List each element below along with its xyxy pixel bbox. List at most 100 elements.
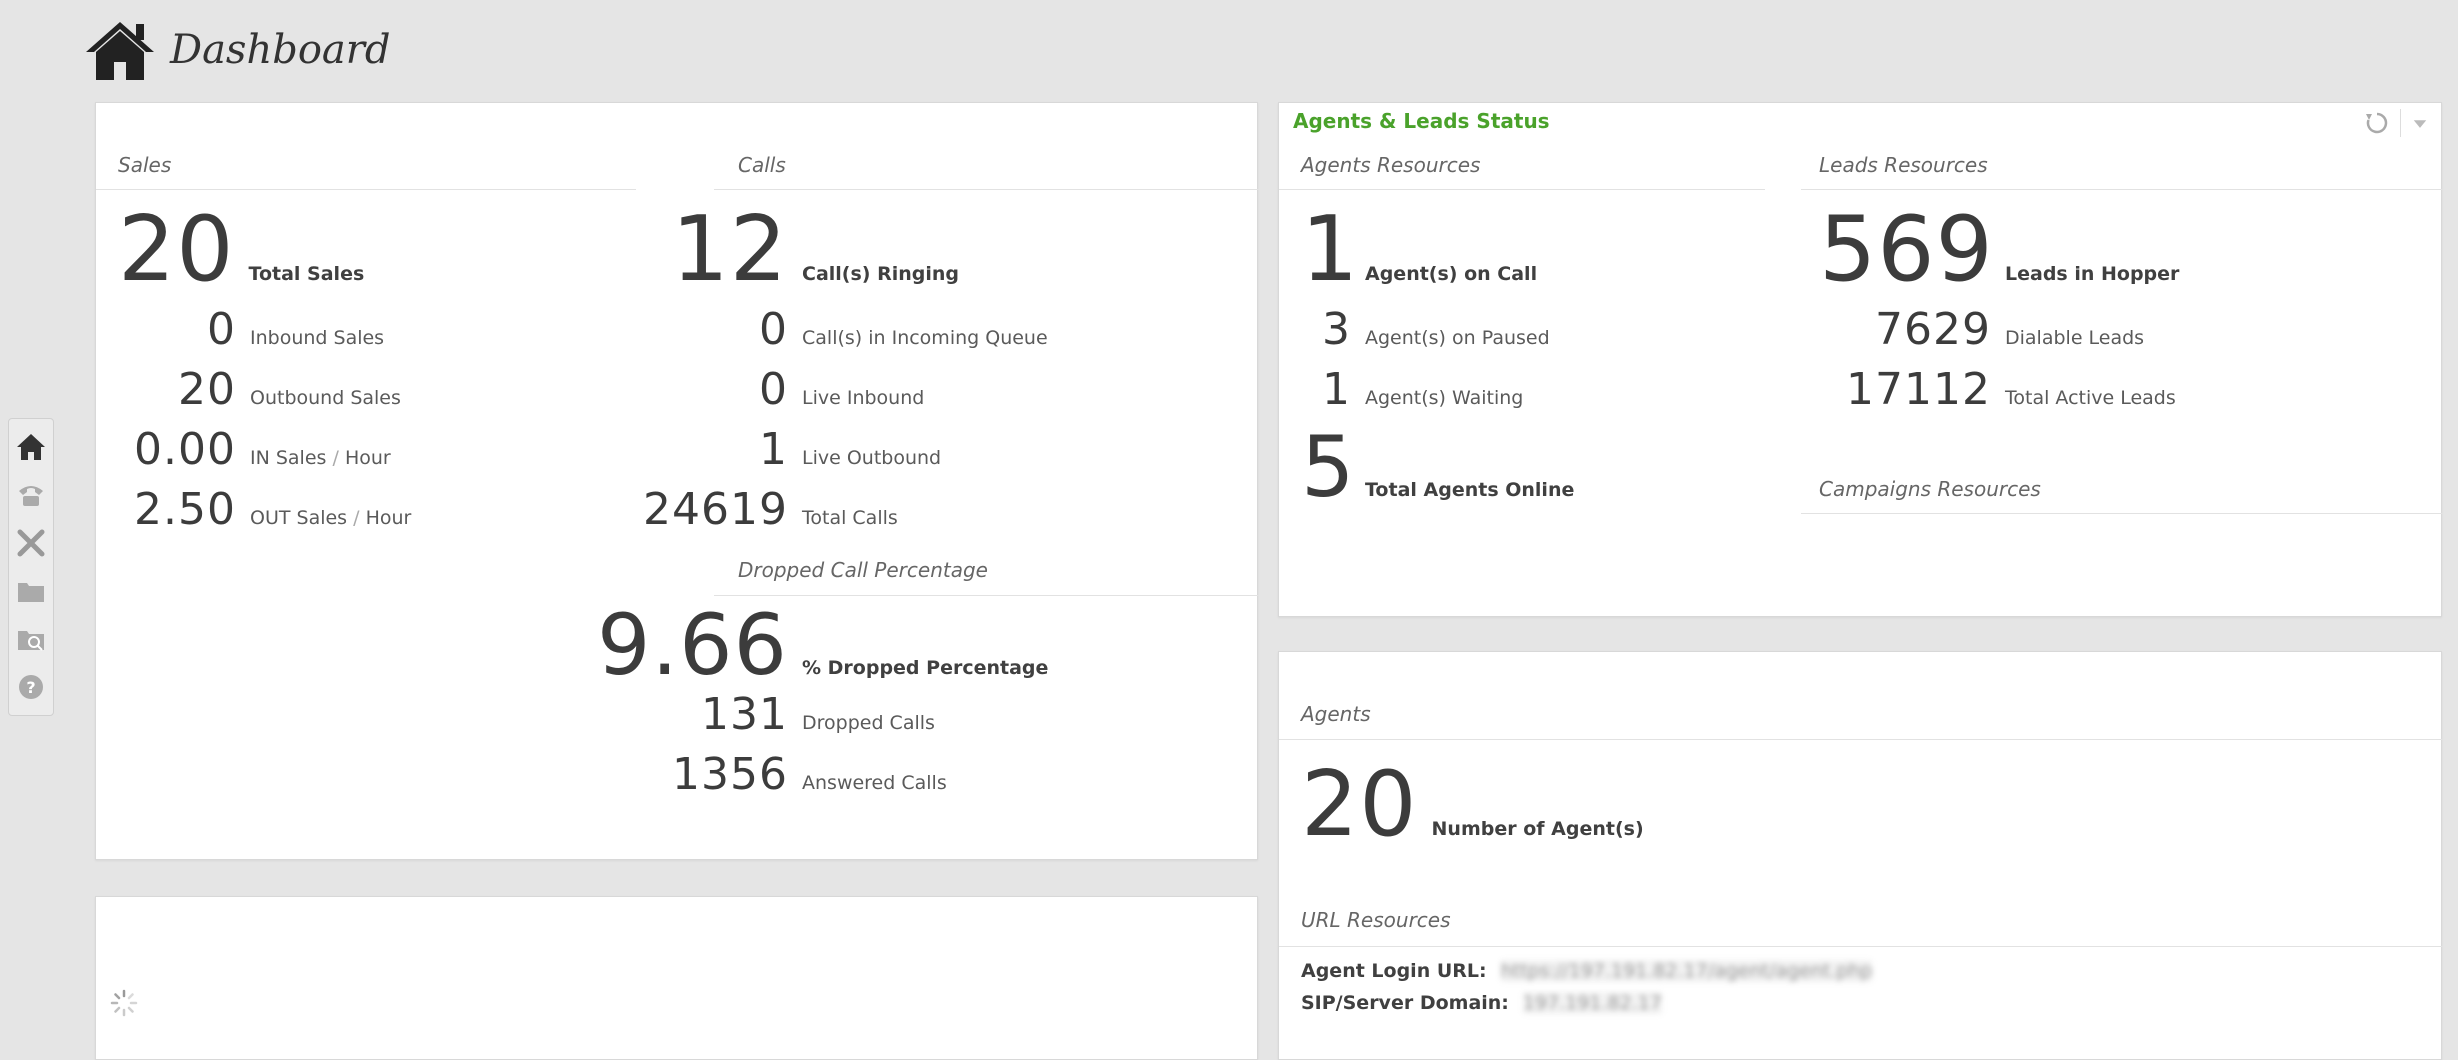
url-resources-divider bbox=[1279, 946, 2443, 947]
agents-title: Agents bbox=[1301, 702, 1371, 726]
agents-waiting-label: Agent(s) Waiting bbox=[1365, 387, 1524, 409]
loading-spinner-icon bbox=[110, 989, 138, 1017]
calls-section-title: Calls bbox=[738, 153, 786, 177]
active-leads-label: Total Active Leads bbox=[2005, 387, 2176, 409]
leads-hopper-value: 569 bbox=[1819, 197, 1994, 302]
agent-login-url-value[interactable]: https://197.191.82.17/agent/agent.php bbox=[1500, 960, 1873, 982]
dialable-leads-row: 7629 Dialable Leads bbox=[1819, 308, 2144, 352]
calls-divider bbox=[714, 189, 1259, 190]
loading-panel bbox=[95, 896, 1258, 1060]
dropped-calls-label: Dropped Calls bbox=[802, 712, 935, 734]
active-leads-value: 17112 bbox=[1846, 364, 1991, 415]
nav-phone-button[interactable] bbox=[9, 471, 53, 519]
home-icon bbox=[17, 434, 45, 460]
live-inbound-row: 0 Live Inbound bbox=[666, 368, 924, 412]
sales-divider bbox=[96, 189, 636, 190]
agents-panel: Agents 20 Number of Agent(s) URL Resourc… bbox=[1278, 651, 2443, 1060]
leads-resources-title: Leads Resources bbox=[1819, 153, 1988, 177]
dropped-percentage-value: 9.66 bbox=[596, 596, 788, 694]
dialable-leads-value: 7629 bbox=[1875, 304, 1991, 355]
in-sales-label-b: Hour bbox=[344, 447, 391, 469]
dropped-section-title: Dropped Call Percentage bbox=[738, 558, 988, 582]
dropped-percentage-label: % Dropped Percentage bbox=[802, 657, 1049, 679]
agents-online-label: Total Agents Online bbox=[1365, 479, 1575, 501]
live-outbound-label: Live Outbound bbox=[802, 447, 942, 469]
incoming-queue-label: Call(s) in Incoming Queue bbox=[802, 327, 1048, 349]
in-sales-sep: / bbox=[332, 447, 339, 469]
sales-section-title: Sales bbox=[118, 153, 172, 177]
total-calls-label: Total Calls bbox=[802, 507, 898, 529]
folder-icon bbox=[18, 583, 44, 602]
nav-folder-button[interactable] bbox=[9, 567, 53, 615]
agents-leads-status-panel: Agents & Leads Status Agents Resources 1… bbox=[1278, 102, 2443, 617]
nav-folder-search-button[interactable] bbox=[9, 615, 53, 663]
refresh-icon[interactable] bbox=[2364, 110, 2390, 136]
outbound-sales-value: 20 bbox=[178, 364, 236, 415]
outbound-sales-row: 20 Outbound Sales bbox=[118, 368, 401, 412]
incoming-queue-row: 0 Call(s) in Incoming Queue bbox=[666, 308, 1048, 352]
calls-ringing-value: 12 bbox=[671, 197, 788, 302]
agents-divider bbox=[1279, 739, 2443, 740]
agents-waiting-value: 1 bbox=[1322, 364, 1351, 415]
out-sales-label-b: Hour bbox=[365, 507, 412, 529]
chevron-down-icon[interactable] bbox=[2411, 110, 2429, 136]
svg-text:?: ? bbox=[26, 678, 35, 697]
agents-online-row: 5 Total Agents Online bbox=[1301, 425, 1574, 509]
nav-help-button[interactable]: ? bbox=[9, 663, 53, 711]
calls-ringing-label: Call(s) Ringing bbox=[802, 263, 959, 285]
live-outbound-row: 1 Live Outbound bbox=[666, 428, 941, 472]
campaigns-resources-divider bbox=[1801, 513, 2443, 514]
live-inbound-value: 0 bbox=[759, 364, 788, 415]
agent-count-value: 20 bbox=[1301, 752, 1418, 857]
agents-on-call-row: 1 Agent(s) on Call bbox=[1301, 205, 1537, 295]
nav-home-button[interactable] bbox=[9, 423, 53, 471]
sip-domain-row: SIP/Server Domain: 197.191.82.17 bbox=[1301, 992, 1662, 1014]
total-sales-label: Total Sales bbox=[248, 263, 365, 285]
dropped-calls-value: 131 bbox=[701, 689, 788, 740]
agent-count-label: Number of Agent(s) bbox=[1431, 818, 1644, 840]
inbound-sales-label: Inbound Sales bbox=[250, 327, 385, 349]
tool-separator bbox=[2400, 109, 2401, 137]
in-sales-hour-row: 0.00 IN Sales / Hour bbox=[118, 428, 391, 472]
calls-ringing-row: 12 Call(s) Ringing bbox=[666, 205, 959, 295]
page-header: Dashboard bbox=[84, 18, 390, 82]
agents-resources-divider bbox=[1279, 189, 1765, 190]
live-inbound-label: Live Inbound bbox=[802, 387, 925, 409]
agents-paused-value: 3 bbox=[1322, 304, 1351, 355]
status-panel-title: Agents & Leads Status bbox=[1293, 109, 1550, 133]
out-sales-hour-label: OUT Sales / Hour bbox=[250, 507, 411, 529]
inbound-sales-row: 0 Inbound Sales bbox=[118, 308, 384, 352]
page-title: Dashboard bbox=[170, 27, 391, 73]
agents-paused-label: Agent(s) on Paused bbox=[1365, 327, 1550, 349]
agents-on-call-label: Agent(s) on Call bbox=[1365, 263, 1538, 285]
out-sales-sep: / bbox=[353, 507, 360, 529]
tools-icon bbox=[17, 529, 45, 557]
agents-waiting-row: 1 Agent(s) Waiting bbox=[1301, 368, 1523, 412]
home-icon bbox=[86, 22, 154, 80]
total-sales-row: 20 Total Sales bbox=[118, 205, 364, 295]
out-sales-hour-value: 2.50 bbox=[134, 484, 236, 535]
in-sales-hour-label: IN Sales / Hour bbox=[250, 447, 391, 469]
dropped-calls-row: 131 Dropped Calls bbox=[566, 693, 935, 737]
agent-count-row: 20 Number of Agent(s) bbox=[1301, 760, 1644, 850]
agents-paused-row: 3 Agent(s) on Paused bbox=[1301, 308, 1550, 352]
help-icon: ? bbox=[19, 675, 43, 699]
dialable-leads-label: Dialable Leads bbox=[2005, 327, 2145, 349]
dropped-divider bbox=[714, 595, 1259, 596]
sip-domain-value: 197.191.82.17 bbox=[1522, 992, 1662, 1014]
in-sales-hour-value: 0.00 bbox=[134, 424, 236, 475]
campaigns-resources-title: Campaigns Resources bbox=[1819, 477, 2041, 501]
url-resources-title: URL Resources bbox=[1301, 908, 1451, 932]
out-sales-hour-row: 2.50 OUT Sales / Hour bbox=[118, 488, 411, 532]
agent-login-url-label: Agent Login URL: bbox=[1301, 960, 1487, 982]
total-sales-value: 20 bbox=[118, 197, 235, 302]
folder-search-icon bbox=[18, 631, 44, 651]
answered-calls-value: 1356 bbox=[672, 749, 788, 800]
nav-tools-button[interactable] bbox=[9, 519, 53, 567]
leads-resources-divider bbox=[1801, 189, 2443, 190]
leads-hopper-row: 569 Leads in Hopper bbox=[1819, 205, 2179, 295]
total-calls-value: 24619 bbox=[643, 484, 788, 535]
outbound-sales-label: Outbound Sales bbox=[250, 387, 401, 409]
in-sales-label-a: IN Sales bbox=[250, 447, 327, 469]
agents-on-call-value: 1 bbox=[1301, 197, 1360, 302]
